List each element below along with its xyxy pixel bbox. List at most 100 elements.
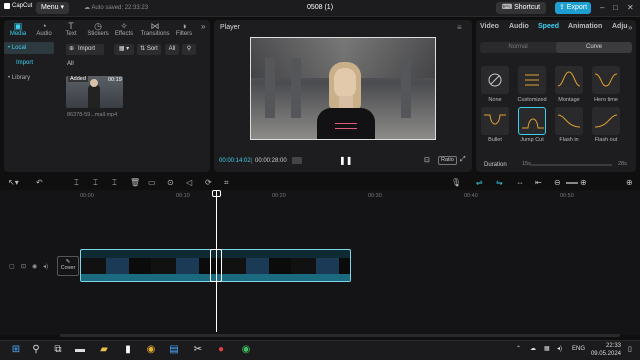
duration-slider[interactable]: [530, 164, 612, 166]
zoom-slider[interactable]: [566, 182, 578, 184]
crop-icon[interactable]: ⌗: [224, 178, 229, 188]
zoom-in-icon[interactable]: ⊕: [580, 178, 587, 187]
mode-normal-tab[interactable]: Normal: [480, 42, 556, 53]
tray-volume-icon[interactable]: ◂): [557, 345, 562, 352]
preset-flash-in[interactable]: [555, 107, 583, 135]
language-indicator[interactable]: ENG: [572, 346, 585, 352]
media-sidebar: • Local Import • Library: [4, 42, 60, 170]
notepad-icon[interactable]: ▤: [168, 344, 180, 356]
playhead-handle[interactable]: [212, 190, 221, 197]
windows-start-icon[interactable]: ⊞: [10, 344, 22, 356]
track-lock-icon-2[interactable]: ⊡: [21, 263, 26, 270]
timeline-scrollbar[interactable]: [60, 334, 620, 337]
ruler-label: 00:30: [368, 193, 382, 199]
player-menu-icon[interactable]: ≡: [457, 23, 462, 32]
playhead[interactable]: [216, 190, 217, 332]
notifications-icon[interactable]: ▯: [628, 345, 632, 353]
split-icon[interactable]: ⌶: [74, 178, 79, 188]
tab-audio-props[interactable]: Audio: [509, 23, 529, 30]
preset-jump-cut[interactable]: [518, 107, 546, 135]
total-time: 00:00:28:00: [255, 158, 287, 164]
filter-all-button[interactable]: All: [165, 44, 179, 55]
delete-icon[interactable]: 🗑: [130, 178, 140, 187]
select-tool-icon[interactable]: ↖▾: [8, 178, 19, 187]
snapshot-icon[interactable]: ⊡: [424, 156, 430, 164]
tab-effects[interactable]: ✧ Effects: [111, 18, 137, 37]
tab-filters[interactable]: ◑ Filters: [171, 18, 197, 37]
sidebar-item-import[interactable]: Import: [4, 57, 54, 69]
tray-network-icon[interactable]: ▦: [544, 345, 550, 352]
preset-montage[interactable]: [555, 66, 583, 94]
tab-text[interactable]: T Text: [58, 18, 84, 37]
autosave-status: ☁ Auto saved: 22:33:23: [84, 5, 149, 11]
effects-icon: ✧: [120, 21, 128, 31]
more-tabs-icon[interactable]: »: [201, 22, 205, 31]
freeze-icon[interactable]: ▭: [148, 178, 156, 187]
record-icon[interactable]: ●: [215, 344, 227, 356]
app-icon-white[interactable]: ▮: [122, 344, 134, 356]
export-button[interactable]: ⇪ Export: [555, 2, 591, 14]
more-props-icon[interactable]: »: [628, 23, 632, 32]
close-icon[interactable]: ✕: [627, 3, 634, 12]
tab-video[interactable]: Video: [480, 23, 499, 30]
tray-onedrive-icon[interactable]: ☁: [530, 345, 536, 352]
split-left-icon[interactable]: ⌶: [93, 178, 98, 188]
tab-adjust[interactable]: Adju: [612, 23, 628, 30]
track-lock-icon[interactable]: ▢: [9, 263, 15, 270]
pause-icon[interactable]: ❚❚: [339, 156, 352, 166]
shortcut-button[interactable]: ⌨ Shortcut: [496, 2, 547, 14]
preset-none[interactable]: [481, 66, 509, 94]
tab-transitions[interactable]: ⋈ Transitions: [140, 18, 170, 37]
tab-stickers[interactable]: ◷ Stickers: [85, 18, 111, 37]
terminal-icon[interactable]: ▬: [74, 344, 86, 356]
sort-button[interactable]: ⇅ Sort: [137, 44, 161, 55]
tray-chevron-icon[interactable]: ⌃: [516, 345, 521, 352]
sidebar-item-local[interactable]: • Local: [4, 42, 54, 54]
zoom-out-icon[interactable]: ⊖: [554, 178, 561, 187]
preset-hero-time[interactable]: [592, 66, 620, 94]
tab-audio[interactable]: ◔ Audio: [31, 18, 57, 37]
ratio-button[interactable]: Ratio: [438, 156, 457, 165]
timeline-view-icon[interactable]: [292, 157, 302, 164]
preset-flash-out[interactable]: [592, 107, 620, 135]
maximize-icon[interactable]: □: [613, 3, 618, 12]
fullscreen-icon[interactable]: ⤢: [460, 156, 466, 164]
cover-button[interactable]: ✎ Cover: [57, 256, 79, 276]
speed-icon[interactable]: ⊙: [167, 178, 174, 187]
split-right-icon[interactable]: ⌶: [112, 178, 117, 188]
auto-snap-icon[interactable]: ⇋: [496, 178, 503, 187]
capcut-taskbar-icon[interactable]: ✂: [192, 344, 204, 356]
mirror-icon[interactable]: ◁: [186, 178, 192, 187]
microphone-icon[interactable]: 🎙: [451, 178, 461, 187]
filter-icon[interactable]: ⚲: [182, 44, 196, 55]
import-button[interactable]: ⊕ Import: [66, 44, 104, 55]
tab-speed[interactable]: Speed: [538, 23, 559, 30]
tab-animation[interactable]: Animation: [568, 23, 602, 30]
rotate-icon[interactable]: ⟳: [205, 178, 212, 187]
video-preview[interactable]: [250, 37, 436, 140]
linkage-icon[interactable]: ⇔: [516, 178, 524, 187]
sidebar-item-library[interactable]: • Library: [4, 72, 54, 84]
task-view-icon[interactable]: ⧉: [52, 344, 64, 356]
preview-axis-icon[interactable]: ⇤: [535, 178, 542, 187]
view-toggle[interactable]: ▦ ▾: [114, 44, 134, 55]
preset-customized[interactable]: [518, 66, 546, 94]
track-mute-icon[interactable]: ◂): [43, 263, 48, 270]
file-explorer-icon[interactable]: ▰: [98, 344, 110, 356]
chrome-icon-2[interactable]: ◉: [240, 344, 252, 356]
mode-curve-tab[interactable]: Curve: [556, 42, 632, 53]
ruler-label: 00:00: [80, 193, 94, 199]
minimize-icon[interactable]: –: [600, 3, 604, 12]
menu-button[interactable]: Menu ▾: [36, 2, 69, 14]
undo-icon[interactable]: ↶: [36, 178, 43, 187]
preset-bullet[interactable]: [481, 107, 509, 135]
system-clock[interactable]: 22:33 09.05.2024: [587, 342, 621, 358]
fit-timeline-icon[interactable]: ⊕: [626, 178, 633, 187]
tab-media[interactable]: ▣ Media: [5, 18, 31, 37]
main-track-magnet-icon[interactable]: ⇌: [476, 178, 483, 187]
chrome-icon[interactable]: ◉: [145, 344, 157, 356]
track-visibility-icon[interactable]: ◉: [32, 263, 37, 270]
thumbnail-filename: 86378-59...mall.mp4: [67, 112, 118, 118]
app-name: CapCut: [12, 3, 33, 9]
search-icon[interactable]: ⚲: [30, 344, 42, 356]
